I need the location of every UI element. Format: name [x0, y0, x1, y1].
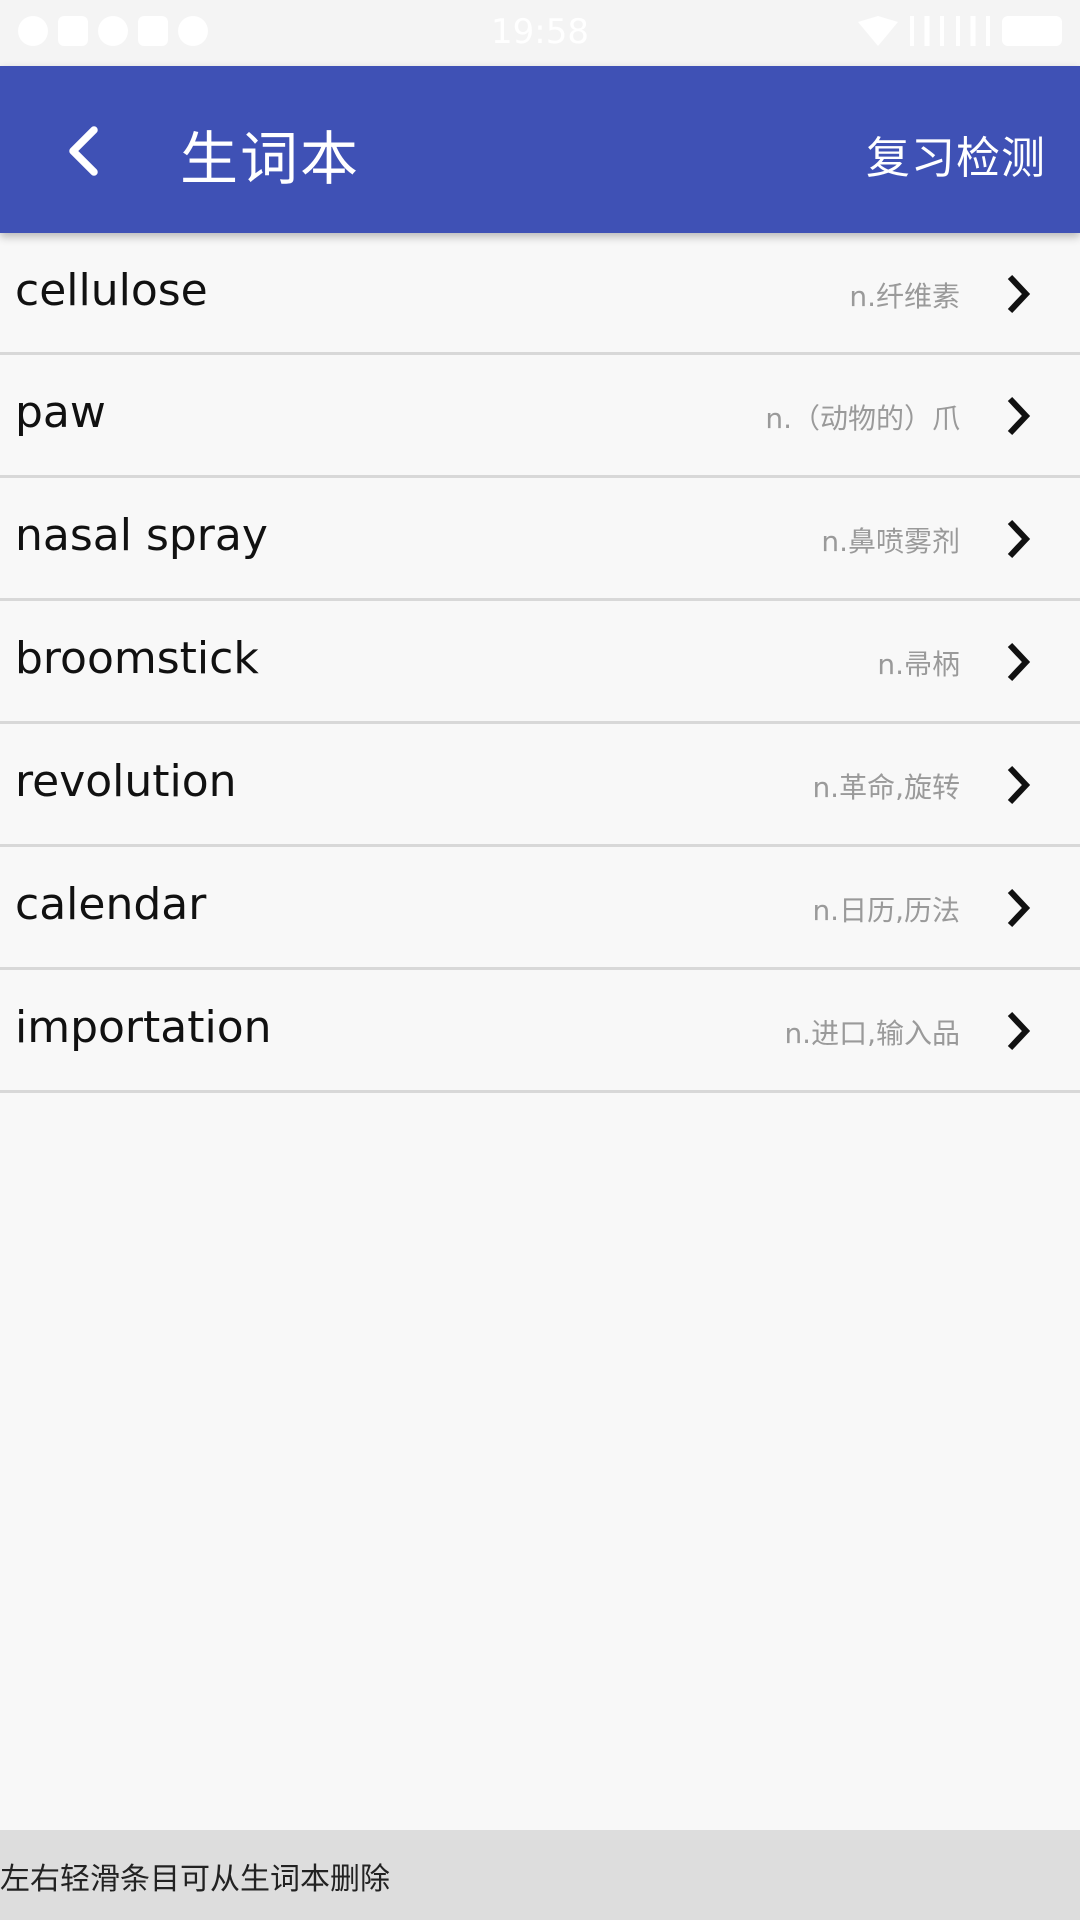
list-item[interactable]: calendar n.日历,历法: [0, 847, 1080, 970]
word-text: nasal spray: [15, 510, 268, 561]
page-title: 生词本: [180, 125, 361, 193]
list-item[interactable]: cellulose n.纤维素: [0, 233, 1080, 355]
chevron-right-icon: [1007, 519, 1031, 559]
chevron-right-icon: [1007, 642, 1031, 682]
word-list: cellulose n.纤维素 paw n.（动物的）爪 nasal spray…: [0, 233, 1080, 1093]
signal-icon: [956, 16, 990, 46]
word-meaning: n.进口,输入品: [784, 1017, 960, 1050]
hint-bar: 左右轻滑条目可从生词本删除: [0, 1830, 1080, 1920]
word-meaning: n.（动物的）爪: [765, 402, 960, 435]
system-icons: [858, 16, 1062, 46]
word-meaning: n.纤维素: [849, 280, 960, 313]
chevron-left-icon: [69, 126, 98, 176]
word-meaning: n.帚柄: [877, 648, 960, 681]
battery-icon: [1002, 16, 1062, 46]
review-test-button[interactable]: 复习检测: [866, 122, 1046, 186]
back-button[interactable]: [40, 106, 130, 196]
chevron-right-icon: [1007, 396, 1031, 436]
word-text: calendar: [15, 879, 207, 930]
word-text: paw: [15, 387, 106, 438]
chevron-right-icon: [1007, 888, 1031, 928]
list-item[interactable]: nasal spray n.鼻喷雾剂: [0, 478, 1080, 601]
list-item[interactable]: importation n.进口,输入品: [0, 970, 1080, 1093]
chevron-right-icon: [1007, 1011, 1031, 1051]
word-meaning: n.革命,旋转: [812, 771, 960, 804]
screen: 19:58 生词本 复习检测 cellulose n.纤维素 paw n.（动物…: [0, 0, 1080, 1920]
word-text: cellulose: [15, 265, 208, 316]
word-text: revolution: [15, 756, 237, 807]
list-item[interactable]: broomstick n.帚柄: [0, 601, 1080, 724]
word-text: importation: [15, 1002, 272, 1053]
hint-text: 左右轻滑条目可从生词本删除: [0, 1862, 390, 1897]
chevron-right-icon: [1007, 765, 1031, 805]
chevron-right-icon: [1007, 274, 1031, 314]
word-meaning: n.日历,历法: [812, 894, 960, 927]
word-meaning: n.鼻喷雾剂: [821, 525, 960, 558]
app-bar: 生词本 复习检测: [0, 66, 1080, 233]
list-item[interactable]: revolution n.革命,旋转: [0, 724, 1080, 847]
status-bar: 19:58: [0, 0, 1080, 66]
signal-icon: [910, 16, 944, 46]
word-text: broomstick: [15, 633, 259, 684]
list-item[interactable]: paw n.（动物的）爪: [0, 355, 1080, 478]
wifi-icon: [858, 16, 898, 46]
